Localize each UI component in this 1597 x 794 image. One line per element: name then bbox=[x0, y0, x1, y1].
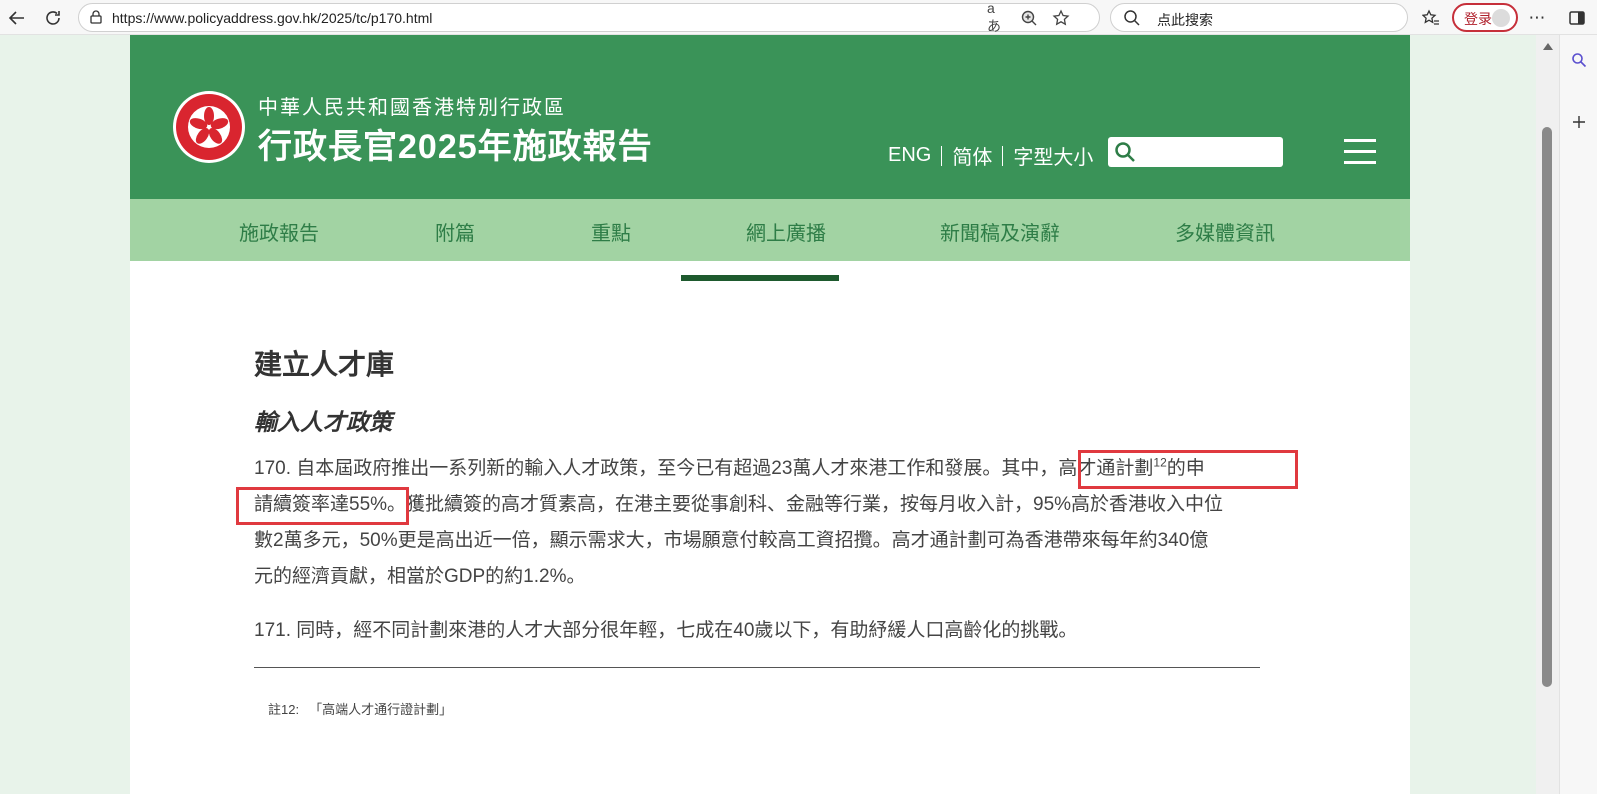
site-subtitle: 中華人民共和國香港特別行政區 bbox=[258, 97, 566, 119]
paragraph-171: 171. 同時，經不同計劃來港的人才大部分很年輕，七成在40歲以下，有助紓緩人口… bbox=[254, 620, 1078, 641]
footnote: 註12: 「高端人才通行證計劃」 bbox=[268, 699, 452, 718]
nav-item-multimedia[interactable]: 多媒體資訊 bbox=[1175, 217, 1275, 246]
footnote-divider bbox=[254, 667, 1260, 668]
hksar-emblem-icon bbox=[173, 91, 245, 163]
favorites-icon[interactable] bbox=[1420, 7, 1442, 29]
red-annotation-box bbox=[1078, 450, 1298, 489]
active-tab-underline bbox=[681, 275, 839, 281]
browser-search-box[interactable]: 点此搜索 bbox=[1110, 3, 1408, 32]
favorite-star-icon[interactable] bbox=[1051, 8, 1071, 28]
web-page: 中華人民共和國香港特別行政區 行政長官2025年施政報告 ENG 简体 字型大小… bbox=[130, 35, 1410, 794]
lock-icon bbox=[90, 10, 102, 24]
font-size-link[interactable]: 字型大小 bbox=[1013, 141, 1093, 170]
browser-toolbar: https://www.policyaddress.gov.hk/2025/tc… bbox=[0, 0, 1597, 35]
nav-item-policy-address[interactable]: 施政報告 bbox=[239, 217, 319, 246]
site-header: 中華人民共和國香港特別行政區 行政長官2025年施政報告 ENG 简体 字型大小 bbox=[130, 35, 1410, 199]
lang-simplified-link[interactable]: 简体 bbox=[952, 141, 992, 170]
search-icon[interactable] bbox=[1568, 49, 1590, 71]
nav-item-supplement[interactable]: 附篇 bbox=[435, 217, 475, 246]
divider bbox=[1002, 145, 1004, 166]
more-options-icon[interactable]: ⋯ bbox=[1526, 7, 1548, 29]
site-search-input[interactable] bbox=[1108, 137, 1283, 167]
browser-side-panel bbox=[1559, 35, 1597, 794]
login-label: 登录 bbox=[1464, 11, 1492, 27]
main-nav: 施政報告 附篇 重點 網上廣播 新聞稿及演辭 多媒體資訊 bbox=[130, 199, 1410, 261]
section-title: 建立人才庫 bbox=[254, 349, 395, 380]
zoom-icon[interactable] bbox=[1019, 8, 1039, 28]
divider bbox=[941, 145, 943, 166]
refresh-icon[interactable] bbox=[42, 7, 64, 29]
sidebar-toggle-icon[interactable] bbox=[1566, 7, 1588, 29]
address-bar[interactable]: https://www.policyaddress.gov.hk/2025/tc… bbox=[78, 0, 1100, 34]
search-placeholder: 点此搜索 bbox=[1157, 12, 1213, 28]
back-icon[interactable] bbox=[6, 7, 28, 29]
scrollbar-thumb[interactable] bbox=[1542, 127, 1552, 687]
search-icon bbox=[1124, 10, 1140, 26]
subsection-title: 輸入人才政策 bbox=[254, 409, 392, 435]
nav-item-webcast[interactable]: 網上廣播 bbox=[746, 217, 826, 246]
page-scrollbar[interactable] bbox=[1536, 35, 1559, 794]
read-aloud-icon[interactable]: aあ bbox=[987, 0, 1007, 34]
url-text: https://www.policyaddress.gov.hk/2025/tc… bbox=[112, 10, 433, 26]
lang-eng-link[interactable]: ENG bbox=[888, 144, 931, 167]
avatar-icon bbox=[1492, 9, 1510, 27]
footnote-label: 註12: bbox=[268, 702, 300, 717]
search-icon bbox=[1115, 142, 1135, 162]
hamburger-menu-icon[interactable] bbox=[1344, 139, 1376, 165]
red-annotation-box bbox=[236, 487, 409, 525]
footnote-text: 「高端人才通行證計劃」 bbox=[309, 702, 453, 717]
login-button[interactable]: 登录 bbox=[1452, 3, 1518, 32]
nav-item-highlights[interactable]: 重點 bbox=[591, 217, 631, 246]
header-links: ENG 简体 字型大小 bbox=[888, 141, 1093, 170]
add-icon[interactable] bbox=[1568, 111, 1590, 133]
scroll-up-icon[interactable] bbox=[1543, 43, 1553, 50]
site-title[interactable]: 行政長官2025年施政報告 bbox=[258, 119, 653, 168]
nav-item-press-releases[interactable]: 新聞稿及演辭 bbox=[940, 217, 1060, 246]
